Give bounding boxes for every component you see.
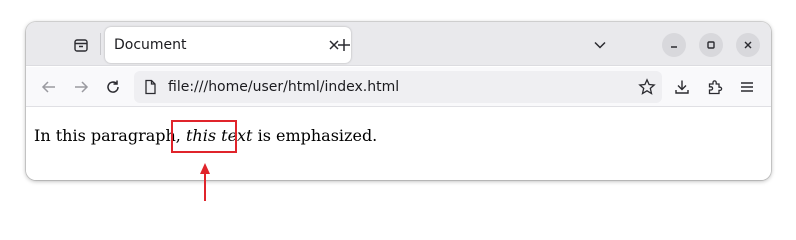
annotation-highlight-box <box>171 120 237 153</box>
puzzle-icon <box>707 79 723 95</box>
page-content: In this paragraph, this text is emphasiz… <box>26 108 771 180</box>
url-text[interactable]: file:///home/user/html/index.html <box>168 79 399 95</box>
menu-button[interactable] <box>734 74 760 100</box>
maximize-button[interactable] <box>699 33 723 57</box>
paragraph-text-before: In this paragraph, <box>34 126 186 145</box>
star-icon[interactable] <box>638 78 656 96</box>
close-icon <box>743 40 753 50</box>
address-bar[interactable]: file:///home/user/html/index.html <box>134 71 662 103</box>
back-button[interactable] <box>36 74 62 100</box>
tab-document[interactable]: Document <box>105 27 351 63</box>
browser-window: Document file:///home/user/html/index.ht… <box>26 22 771 180</box>
chevron-down-icon <box>593 38 607 52</box>
navigation-toolbar: file:///home/user/html/index.html <box>26 67 771 107</box>
paragraph-text-after: is emphasized. <box>252 126 378 145</box>
maximize-icon <box>706 40 716 50</box>
tab-list-button[interactable] <box>69 34 93 56</box>
tab-divider <box>100 33 101 55</box>
annotation-arrow-icon <box>197 163 213 201</box>
downloads-button[interactable] <box>669 74 695 100</box>
arrow-left-icon <box>41 79 57 95</box>
list-all-tabs-button[interactable] <box>589 34 611 56</box>
new-tab-button[interactable] <box>333 34 355 56</box>
forward-button[interactable] <box>68 74 94 100</box>
reload-icon <box>105 79 121 95</box>
hamburger-menu-icon <box>740 80 754 94</box>
plus-icon <box>337 38 351 52</box>
extensions-button[interactable] <box>702 74 728 100</box>
reload-button[interactable] <box>100 74 126 100</box>
file-icon <box>142 79 158 95</box>
minimize-icon <box>669 40 679 50</box>
close-window-button[interactable] <box>736 33 760 57</box>
minimize-button[interactable] <box>662 33 686 57</box>
tab-bar: Document <box>26 22 771 66</box>
arrow-right-icon <box>73 79 89 95</box>
tab-list-icon <box>73 37 89 53</box>
tab-title: Document <box>114 37 187 53</box>
download-icon <box>674 79 690 95</box>
